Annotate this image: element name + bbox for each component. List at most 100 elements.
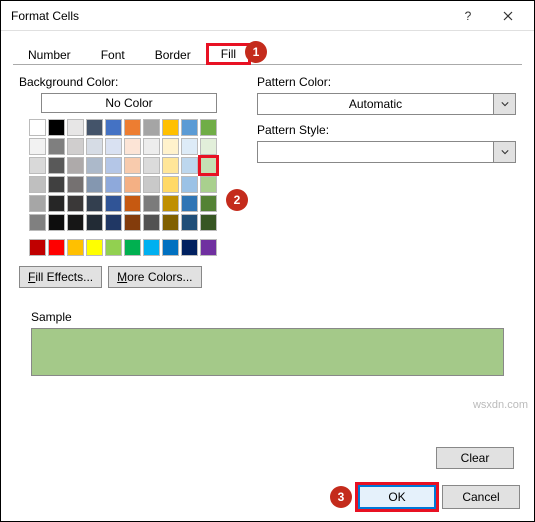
help-button[interactable]: ? (448, 2, 488, 30)
color-swatch[interactable] (143, 138, 160, 155)
color-swatch[interactable] (29, 157, 46, 174)
tab-number[interactable]: Number (13, 44, 86, 65)
color-swatch[interactable] (48, 119, 65, 136)
color-swatch[interactable] (67, 119, 84, 136)
color-swatch[interactable] (105, 239, 122, 256)
watermark: wsxdn.com (473, 399, 528, 411)
dialog-title: Format Cells (11, 9, 448, 23)
fill-effects-button[interactable]: FFill Effects...ill Effects... (19, 266, 102, 288)
no-color-button[interactable]: No Color (41, 93, 217, 113)
color-swatch[interactable] (29, 239, 46, 256)
standard-color-row (29, 239, 239, 256)
color-swatch[interactable] (29, 176, 46, 193)
color-swatch[interactable] (124, 239, 141, 256)
color-swatch[interactable] (181, 195, 198, 212)
color-swatch[interactable] (105, 195, 122, 212)
ok-button[interactable]: OK (358, 485, 436, 509)
sample-label: Sample (31, 310, 504, 324)
color-swatch[interactable] (143, 239, 160, 256)
pattern-style-combo[interactable] (257, 141, 516, 163)
pattern-color-combo[interactable]: Automatic (257, 93, 516, 115)
color-swatch[interactable] (105, 214, 122, 231)
color-swatch[interactable] (162, 195, 179, 212)
color-swatch[interactable] (200, 195, 217, 212)
color-swatch[interactable] (200, 176, 217, 193)
color-swatch[interactable] (200, 157, 217, 174)
color-swatch[interactable] (200, 239, 217, 256)
more-colors-button[interactable]: MMore Colors...ore Colors... (108, 266, 201, 288)
color-swatch[interactable] (86, 239, 103, 256)
color-swatch[interactable] (200, 119, 217, 136)
color-swatch[interactable] (162, 214, 179, 231)
color-swatch[interactable] (105, 157, 122, 174)
color-swatch[interactable] (181, 214, 198, 231)
pattern-color-label: Pattern Color: (257, 75, 516, 89)
color-swatch[interactable] (181, 239, 198, 256)
color-swatch[interactable] (48, 176, 65, 193)
color-swatch[interactable] (86, 195, 103, 212)
color-swatch[interactable] (29, 119, 46, 136)
color-swatch[interactable] (200, 214, 217, 231)
color-swatch[interactable] (105, 119, 122, 136)
close-button[interactable] (488, 2, 528, 30)
color-swatch[interactable] (105, 176, 122, 193)
color-swatch[interactable] (124, 119, 141, 136)
color-swatch[interactable] (124, 176, 141, 193)
pattern-color-value: Automatic (257, 93, 494, 115)
color-swatch[interactable] (48, 138, 65, 155)
color-swatch[interactable] (67, 138, 84, 155)
color-swatch[interactable] (162, 157, 179, 174)
color-swatch[interactable] (181, 138, 198, 155)
color-swatch[interactable] (48, 157, 65, 174)
chevron-down-icon[interactable] (494, 141, 516, 163)
color-swatch[interactable] (143, 195, 160, 212)
color-swatch[interactable] (143, 176, 160, 193)
color-swatch[interactable] (48, 195, 65, 212)
color-swatch[interactable] (29, 214, 46, 231)
callout-1: 1 (245, 41, 267, 63)
color-swatch[interactable] (143, 119, 160, 136)
tab-border[interactable]: Border (140, 44, 206, 65)
background-color-label: Background Color: (19, 75, 239, 89)
color-swatch[interactable] (48, 214, 65, 231)
tab-font[interactable]: Font (86, 44, 140, 65)
color-swatch[interactable] (67, 195, 84, 212)
callout-2: 2 (226, 189, 248, 211)
color-swatch[interactable] (124, 195, 141, 212)
color-swatch[interactable] (67, 239, 84, 256)
color-swatch[interactable] (67, 214, 84, 231)
color-swatch[interactable] (67, 176, 84, 193)
format-cells-dialog: Format Cells ? Number Font Border Fill 1… (0, 0, 535, 522)
callout-3: 3 (330, 486, 352, 508)
color-swatch[interactable] (162, 176, 179, 193)
color-swatch[interactable] (86, 119, 103, 136)
titlebar: Format Cells ? (1, 1, 534, 31)
color-swatch[interactable] (67, 157, 84, 174)
color-swatch[interactable] (181, 119, 198, 136)
clear-button[interactable]: Clear (436, 447, 514, 469)
color-swatch[interactable] (29, 195, 46, 212)
color-swatch[interactable] (162, 138, 179, 155)
color-swatch[interactable] (86, 138, 103, 155)
color-swatch[interactable] (162, 119, 179, 136)
color-swatch[interactable] (86, 176, 103, 193)
color-swatch[interactable] (86, 157, 103, 174)
color-swatch[interactable] (181, 157, 198, 174)
chevron-down-icon[interactable] (494, 93, 516, 115)
color-swatch[interactable] (143, 157, 160, 174)
cancel-button[interactable]: Cancel (442, 485, 520, 509)
color-swatch[interactable] (162, 239, 179, 256)
color-swatch[interactable] (105, 138, 122, 155)
color-swatch[interactable] (86, 214, 103, 231)
color-swatch[interactable] (124, 157, 141, 174)
color-swatch[interactable] (124, 138, 141, 155)
color-swatch[interactable] (181, 176, 198, 193)
color-swatch[interactable] (143, 214, 160, 231)
color-swatch[interactable] (200, 138, 217, 155)
close-icon (503, 11, 513, 21)
color-swatch[interactable] (124, 214, 141, 231)
color-swatch[interactable] (29, 138, 46, 155)
color-swatch[interactable] (48, 239, 65, 256)
sample-preview (31, 328, 504, 376)
pattern-style-value (257, 141, 494, 163)
